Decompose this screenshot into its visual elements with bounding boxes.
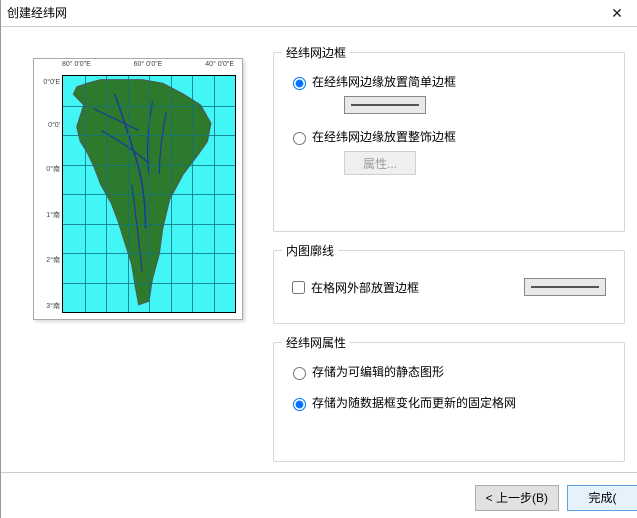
axis-top-label: 80° 0'0"E: [62, 61, 91, 75]
back-button[interactable]: < 上一步(B): [475, 485, 559, 511]
simple-border-swatch[interactable]: [344, 96, 426, 114]
radio-static-graphic-input[interactable]: [293, 367, 306, 380]
radio-simple-border[interactable]: 在经纬网边缘放置简单边框: [288, 73, 610, 90]
radio-simple-border-label: 在经纬网边缘放置简单边框: [312, 73, 456, 90]
map-canvas: [62, 75, 236, 313]
axis-top-label: 40° 0'0"E: [205, 61, 234, 75]
client-area: 80° 0'0"E 60° 0'0"E 40° 0'0"E 0°0'E 0°0'…: [1, 26, 637, 518]
wizard-button-bar: < 上一步(B) 完成(: [1, 472, 637, 508]
radio-dynamic-grid[interactable]: 存储为随数据框变化而更新的固定格网: [288, 394, 610, 411]
axis-left-labels: 0°0'E 0°0' 0°南 1°南 2°南 3°南: [36, 79, 60, 311]
group-legend: 经纬网属性: [282, 334, 350, 351]
decor-properties-button[interactable]: 属性...: [344, 151, 416, 175]
finish-button[interactable]: 完成(: [567, 485, 637, 511]
window-title: 创建经纬网: [7, 0, 597, 26]
south-america-icon: [63, 76, 235, 312]
radio-decorative-border-label: 在经纬网边缘放置整饰边框: [312, 128, 456, 145]
axis-top-label: 60° 0'0"E: [134, 61, 163, 75]
radio-simple-border-input[interactable]: [293, 77, 306, 90]
simple-border-swatch-wrap: [344, 96, 610, 114]
options-panel: 经纬网边框 在经纬网边缘放置简单边框 在经纬网边缘放置整饰边框 属性... 内图: [273, 52, 625, 458]
neatline-swatch[interactable]: [524, 278, 606, 296]
map-preview: 80° 0'0"E 60° 0'0"E 40° 0'0"E 0°0'E 0°0'…: [33, 58, 243, 320]
group-legend: 内图廓线: [282, 242, 338, 259]
close-button[interactable]: ✕: [597, 0, 637, 26]
close-icon: ✕: [611, 0, 623, 26]
radio-dynamic-grid-label: 存储为随数据框变化而更新的固定格网: [312, 394, 516, 411]
axis-left-label: 2°南: [36, 255, 60, 265]
axis-left-label: 1°南: [36, 210, 60, 220]
group-graticule-props: 经纬网属性 存储为可编辑的静态图形 存储为随数据框变化而更新的固定格网: [273, 342, 625, 462]
axis-left-label: 0°南: [36, 164, 60, 174]
group-legend: 经纬网边框: [282, 44, 350, 61]
group-graticule-border: 经纬网边框 在经纬网边缘放置简单边框 在经纬网边缘放置整饰边框 属性...: [273, 52, 625, 232]
check-outside-border[interactable]: 在格网外部放置边框: [288, 278, 419, 297]
radio-static-graphic[interactable]: 存储为可编辑的静态图形: [288, 363, 610, 380]
axis-top-labels: 80° 0'0"E 60° 0'0"E 40° 0'0"E: [62, 61, 234, 75]
check-outside-border-label: 在格网外部放置边框: [311, 279, 419, 296]
axis-left-label: 3°南: [36, 301, 60, 311]
radio-decorative-border-input[interactable]: [293, 132, 306, 145]
decor-props-wrap: 属性...: [344, 151, 610, 175]
axis-left-label: 0°0': [36, 122, 60, 129]
dialog-window: 创建经纬网 ✕ 80° 0'0"E 60° 0'0"E 40° 0'0"E 0°…: [0, 0, 637, 518]
title-bar: 创建经纬网 ✕: [1, 0, 637, 27]
radio-dynamic-grid-input[interactable]: [293, 398, 306, 411]
group-neatline: 内图廓线 在格网外部放置边框: [273, 250, 625, 324]
check-outside-border-input[interactable]: [292, 281, 305, 294]
axis-left-label: 0°0'E: [36, 79, 60, 86]
radio-decorative-border[interactable]: 在经纬网边缘放置整饰边框: [288, 128, 610, 145]
radio-static-graphic-label: 存储为可编辑的静态图形: [312, 363, 444, 380]
